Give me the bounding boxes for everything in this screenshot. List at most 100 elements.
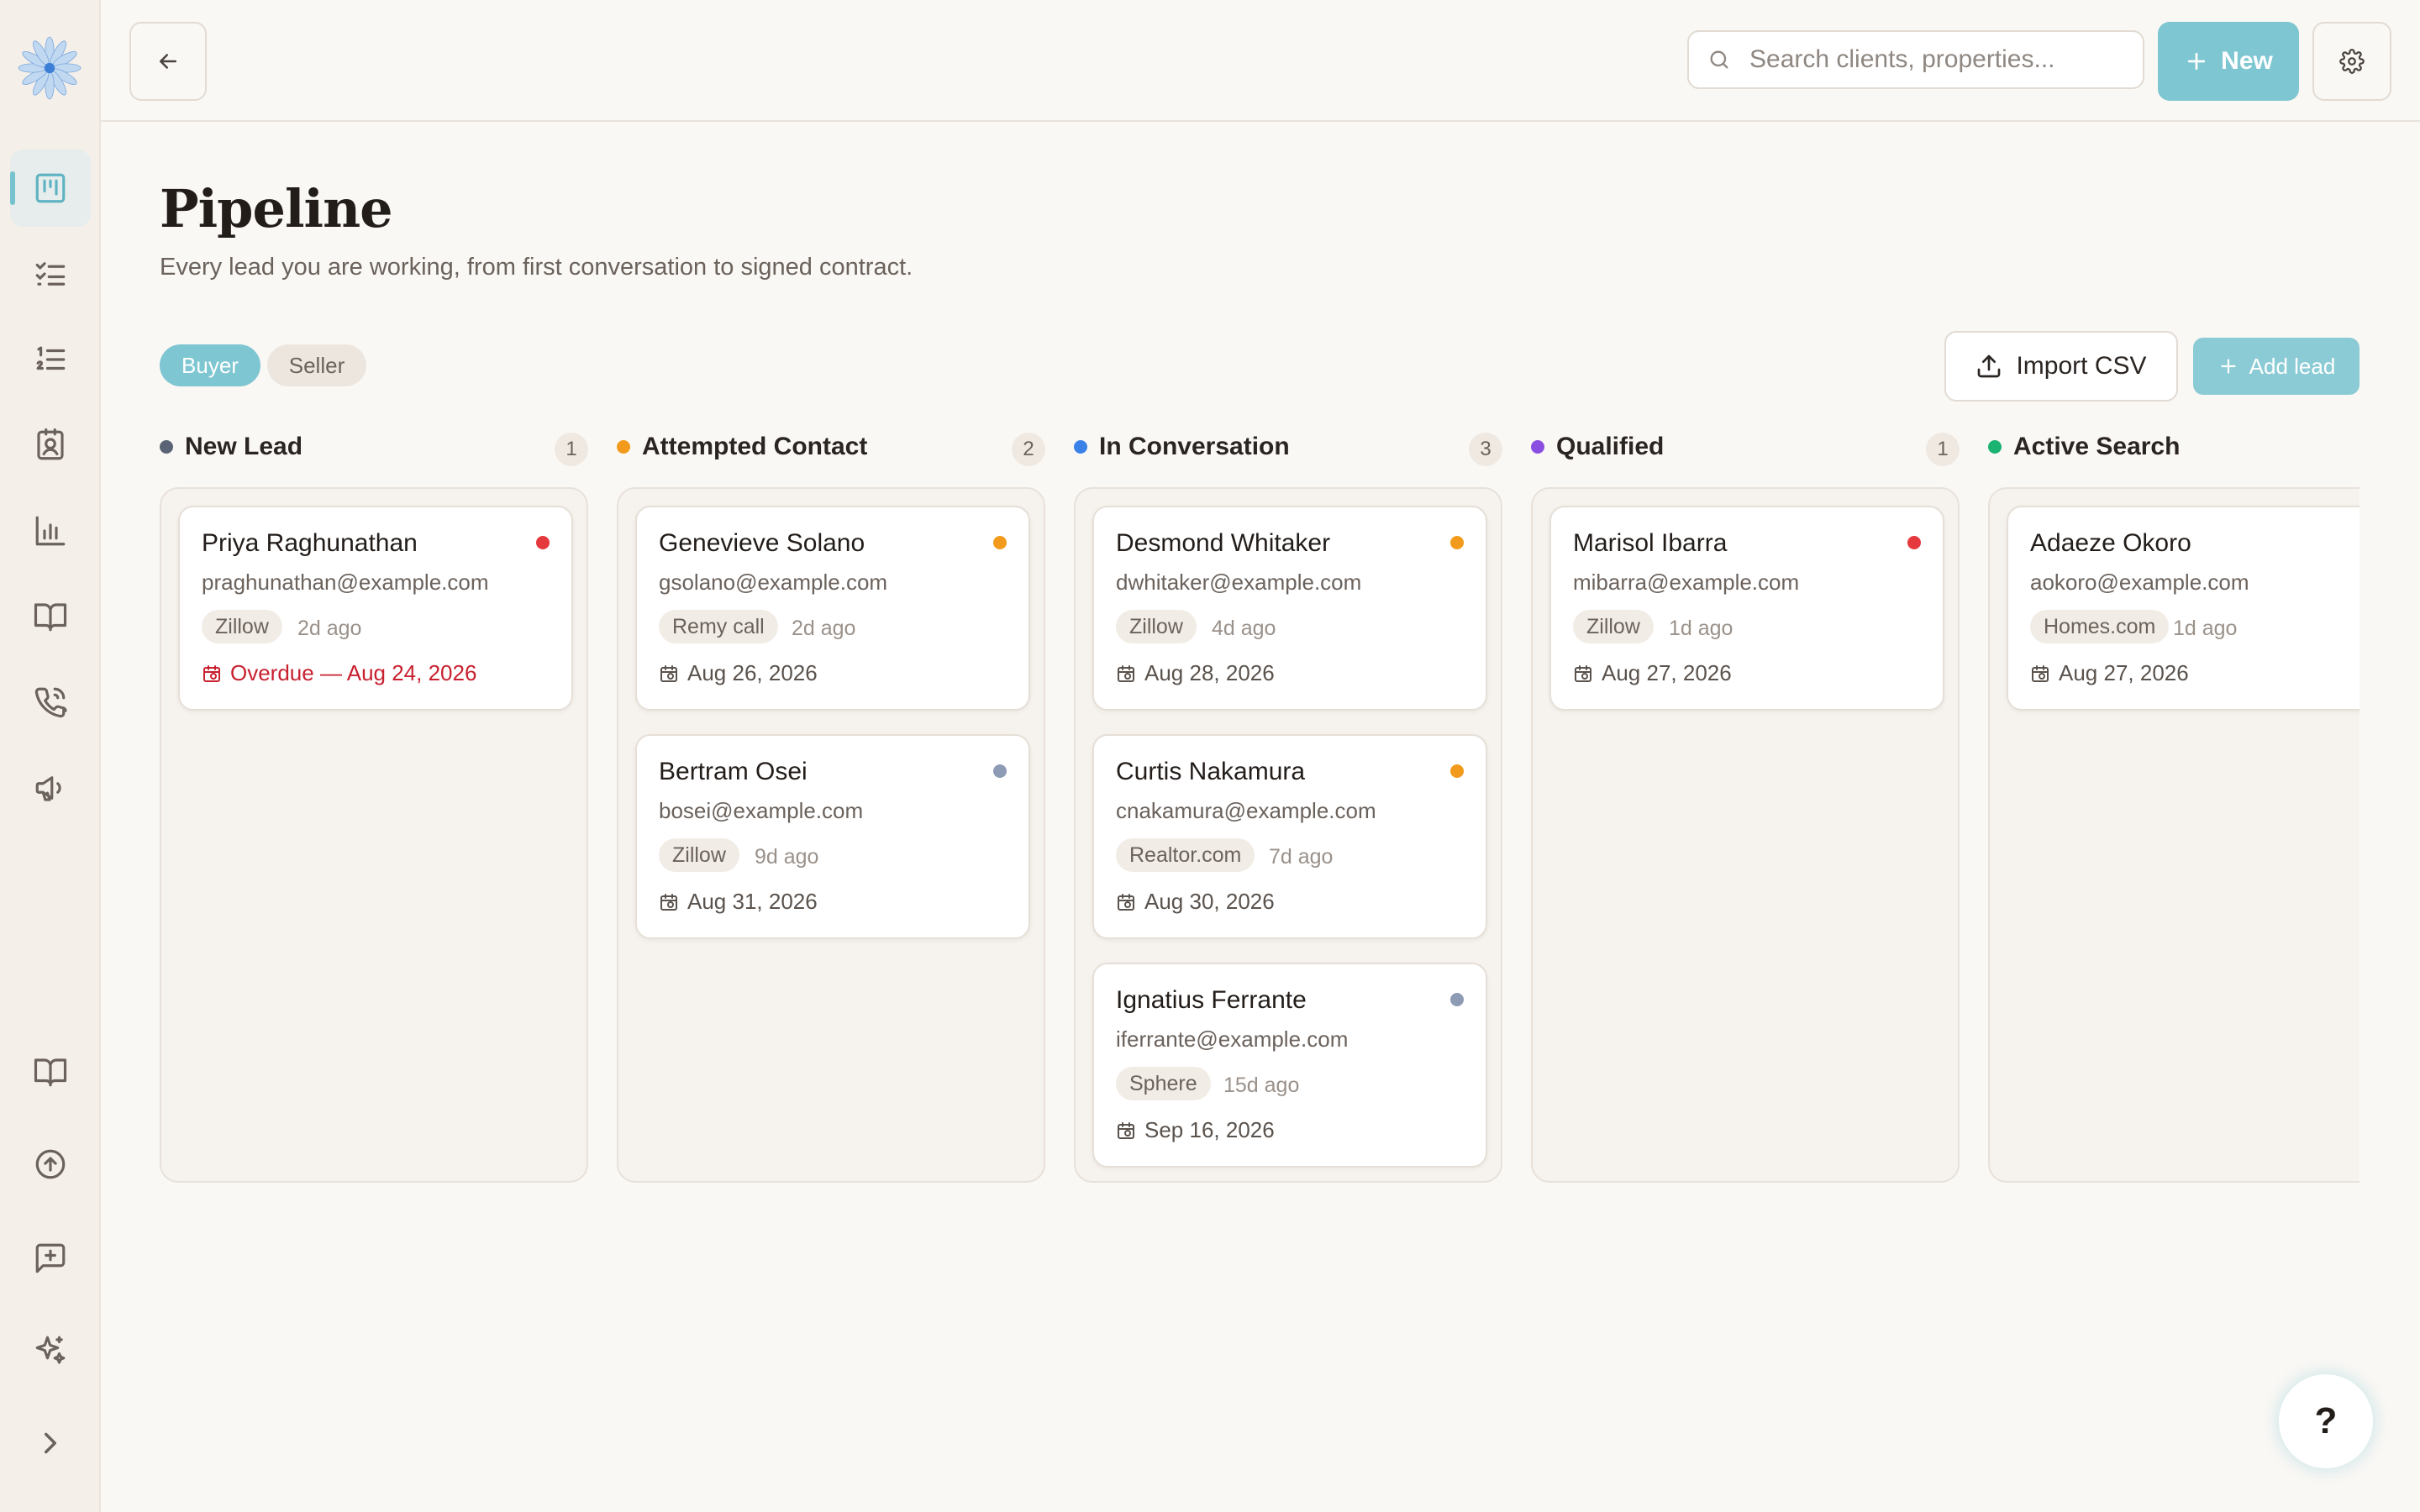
column-header: Active Search <box>1988 428 2360 465</box>
column-status-dot <box>160 440 173 454</box>
nav-contacts[interactable] <box>10 407 91 484</box>
lead-card[interactable]: Curtis Nakamura cnakamura@example.com Re… <box>1092 734 1487 939</box>
add-lead-button[interactable]: Add lead <box>2193 338 2360 395</box>
lead-age: 15d ago <box>1223 1074 1300 1097</box>
import-csv-label: Import CSV <box>2016 352 2147 380</box>
column-title: New Lead <box>185 433 303 460</box>
megaphone-icon <box>35 776 61 801</box>
lead-card[interactable]: Priya Raghunathan praghunathan@example.c… <box>178 506 573 711</box>
nav-ai[interactable] <box>10 1312 91 1389</box>
column-drop-zone[interactable]: Marisol Ibarra mibarra@example.com Zillo… <box>1531 487 1960 1183</box>
sidebar-expand-button[interactable] <box>10 1404 91 1482</box>
top-bar: New <box>101 0 2420 122</box>
lead-card[interactable]: Marisol Ibarra mibarra@example.com Zillo… <box>1549 506 1944 711</box>
import-csv-button[interactable]: Import CSV <box>1944 331 2178 402</box>
sidebar <box>0 0 101 1512</box>
lead-card[interactable]: Adaeze Okoro aokoro@example.com Homes.co… <box>2007 506 2360 711</box>
upload-circle-icon <box>35 1149 66 1179</box>
search-box[interactable] <box>1687 30 2144 89</box>
lead-card[interactable]: Ignatius Ferrante iferrante@example.com … <box>1092 963 1487 1168</box>
column-title: Attempted Contact <box>642 433 868 460</box>
help-button[interactable]: ? <box>2279 1374 2373 1468</box>
lead-due-date-text: Aug 26, 2026 <box>687 660 818 685</box>
pipeline-board-icon <box>35 173 66 203</box>
calendar-icon <box>1118 1121 1134 1139</box>
logo-flower-icon[interactable] <box>15 34 84 102</box>
lead-card[interactable]: Desmond Whitaker dwhitaker@example.com Z… <box>1092 506 1487 711</box>
nav-tasks[interactable] <box>10 235 91 312</box>
column-drop-zone[interactable]: Desmond Whitaker dwhitaker@example.com Z… <box>1074 487 1502 1183</box>
lead-name: Priya Raghunathan <box>202 529 418 557</box>
lead-due-date: Overdue — Aug 24, 2026 <box>202 660 476 686</box>
lead-due-date: Sep 16, 2026 <box>1116 1117 1275 1143</box>
new-button[interactable]: New <box>2158 22 2299 101</box>
calendar-icon <box>1118 893 1134 911</box>
lead-name: Bertram Osei <box>659 758 808 785</box>
nav-calls[interactable] <box>10 664 91 741</box>
column-count-badge: 2 <box>1012 433 1045 466</box>
phone-icon <box>34 687 67 718</box>
contact-card-icon <box>37 428 64 460</box>
column-drop-zone[interactable]: Priya Raghunathan praghunathan@example.c… <box>160 487 588 1183</box>
back-arrow-icon <box>160 54 176 69</box>
sparkles-icon <box>35 1336 66 1364</box>
nav-pipeline[interactable] <box>10 150 91 227</box>
back-button[interactable] <box>129 22 207 101</box>
lead-due-date: Aug 31, 2026 <box>659 889 818 915</box>
lead-age: 7d ago <box>1269 845 1334 869</box>
bar-chart-icon <box>35 516 66 546</box>
column-status-dot <box>1074 440 1087 454</box>
search-icon <box>1710 50 1728 69</box>
lead-email: mibarra@example.com <box>1573 570 1800 595</box>
column-title: In Conversation <box>1099 433 1290 460</box>
nav-upgrade[interactable] <box>10 1126 91 1203</box>
nav-marketing[interactable] <box>10 749 91 827</box>
nav-library[interactable] <box>10 578 91 655</box>
calendar-icon <box>1575 664 1591 682</box>
nav-feedback[interactable] <box>10 1220 91 1297</box>
lead-age: 2d ago <box>297 617 362 640</box>
lead-due-date: Aug 27, 2026 <box>2030 660 2189 686</box>
add-lead-label: Add lead <box>2249 353 2336 379</box>
column-header: Qualified 1 <box>1531 428 1960 466</box>
nav-guides[interactable] <box>10 1033 91 1110</box>
priority-dot <box>1450 993 1464 1006</box>
search-input[interactable] <box>1749 45 2119 74</box>
priority-dot <box>993 764 1007 778</box>
column-title: Active Search <box>2013 433 2181 460</box>
column-count-badge: 3 <box>1469 433 1502 466</box>
filter-chip-seller[interactable]: Seller <box>267 344 366 386</box>
lead-name: Marisol Ibarra <box>1573 529 1728 557</box>
page-title: Pipeline <box>160 178 393 239</box>
lead-email: bosei@example.com <box>659 798 864 823</box>
lead-email: aokoro@example.com <box>2030 570 2249 595</box>
book-icon <box>34 1058 67 1087</box>
lead-due-date: Aug 28, 2026 <box>1116 660 1275 686</box>
lead-age: 1d ago <box>1669 617 1733 640</box>
lead-due-date-text: Sep 16, 2026 <box>1144 1117 1275 1142</box>
lead-email: iferrante@example.com <box>1116 1026 1349 1052</box>
lead-due-date-text: Aug 31, 2026 <box>687 889 818 914</box>
lead-email: cnakamura@example.com <box>1116 798 1376 823</box>
settings-button[interactable] <box>2312 22 2391 101</box>
lead-name: Curtis Nakamura <box>1116 758 1306 785</box>
lead-age: 9d ago <box>755 845 819 869</box>
column-status-dot <box>1988 440 2002 454</box>
gear-icon <box>2339 49 2365 74</box>
filter-chip-buyer[interactable]: Buyer <box>160 344 260 386</box>
nav-list[interactable] <box>10 321 91 398</box>
lead-name: Desmond Whitaker <box>1116 529 1331 557</box>
lead-card[interactable]: Bertram Osei bosei@example.com Zillow 9d… <box>635 734 1030 939</box>
lead-source-tag: Zillow <box>1573 610 1654 643</box>
priority-dot <box>993 536 1007 549</box>
calendar-icon <box>1118 664 1134 682</box>
column-drop-zone[interactable]: Genevieve Solano gsolano@example.com Rem… <box>617 487 1045 1183</box>
column-drop-zone[interactable]: Adaeze Okoro aokoro@example.com Homes.co… <box>1988 487 2360 1183</box>
nav-reports[interactable] <box>10 492 91 570</box>
lead-source-tag: Zillow <box>659 838 739 872</box>
lead-card[interactable]: Genevieve Solano gsolano@example.com Rem… <box>635 506 1030 711</box>
lead-name: Adaeze Okoro <box>2030 529 2191 557</box>
lead-due-date-text: Aug 30, 2026 <box>1144 889 1275 914</box>
column-status-dot <box>1531 440 1544 454</box>
lead-name: Genevieve Solano <box>659 529 865 557</box>
